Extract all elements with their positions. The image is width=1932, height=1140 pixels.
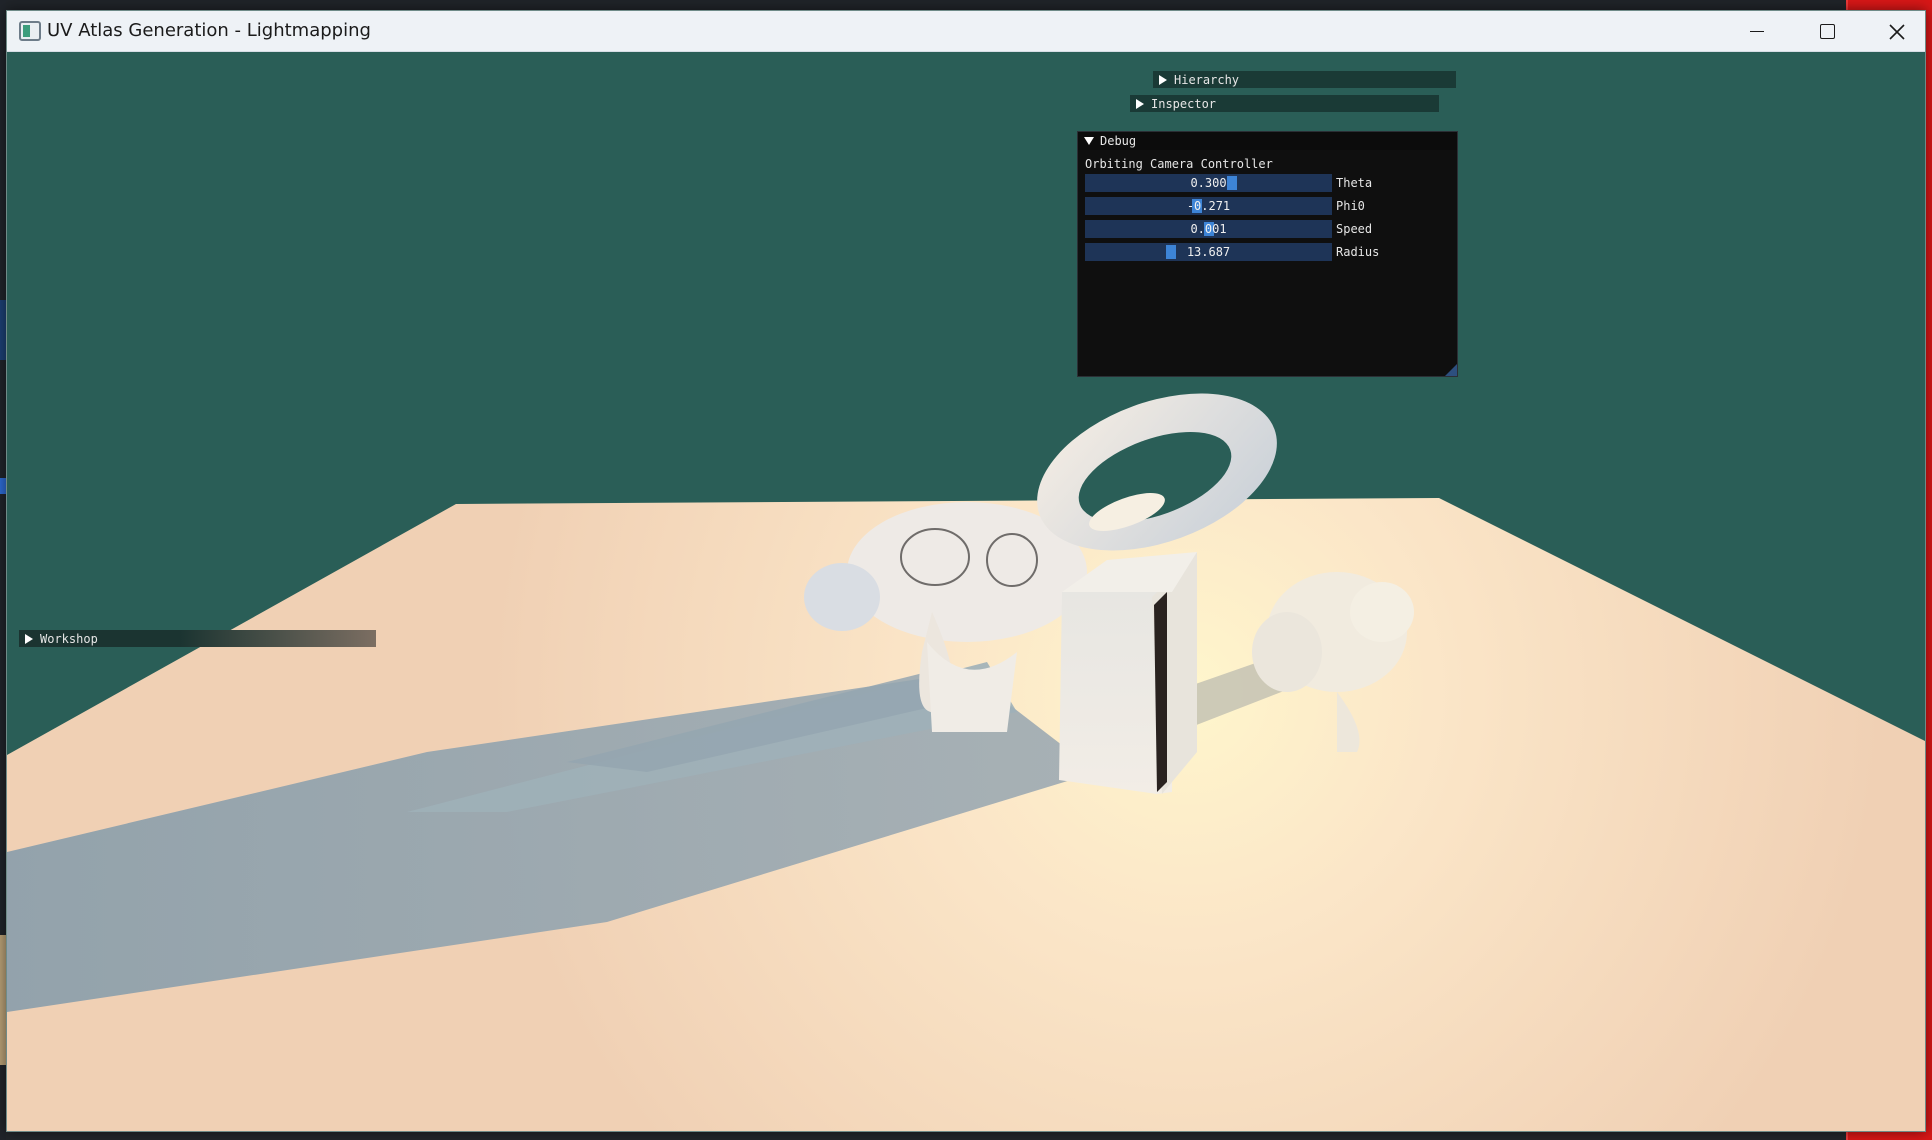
- expand-arrow-icon: [1159, 74, 1167, 85]
- speed-slider-row: 0.001 Speed: [1085, 220, 1455, 239]
- debug-panel-header[interactable]: Debug: [1078, 132, 1457, 150]
- phi0-slider[interactable]: -0.271: [1085, 197, 1332, 215]
- speed-slider[interactable]: 0.001: [1085, 220, 1332, 238]
- radius-value: 13.687: [1186, 245, 1231, 259]
- inspector-panel[interactable]: Inspector: [1130, 95, 1439, 112]
- inspector-panel-title: Inspector: [1151, 96, 1217, 111]
- app-icon: [19, 21, 41, 41]
- window-title: UV Atlas Generation - Lightmapping: [47, 20, 371, 41]
- maximize-button[interactable]: [1792, 11, 1862, 52]
- expand-arrow-icon: [1136, 98, 1144, 109]
- maximize-icon: [1819, 24, 1835, 39]
- workshop-panel-title: Workshop: [40, 631, 98, 646]
- workshop-panel[interactable]: Workshop: [19, 630, 376, 647]
- lightmapped-scene: [7, 393, 1925, 1131]
- theta-label: Theta: [1336, 176, 1373, 190]
- radius-slider[interactable]: 13.687: [1085, 243, 1332, 261]
- desktop-top-strip: [0, 0, 1932, 10]
- section-label: Orbiting Camera Controller: [1085, 157, 1273, 171]
- theta-value: 0.300: [1190, 176, 1227, 190]
- app-window: UV Atlas Generation - Lightmapping Hiera…: [6, 10, 1926, 1132]
- speed-label: Speed: [1336, 222, 1373, 236]
- minimize-button[interactable]: [1722, 11, 1792, 52]
- resize-grip[interactable]: [1445, 364, 1457, 376]
- hierarchy-panel-title: Hierarchy: [1174, 72, 1240, 87]
- theta-slider-row: 0.300 Theta: [1085, 174, 1455, 193]
- render-viewport[interactable]: Hierarchy Inspector Debug Orbiting Camer…: [7, 52, 1925, 1131]
- cube: [1059, 552, 1197, 794]
- expand-arrow-icon: [25, 633, 33, 644]
- title-bar[interactable]: UV Atlas Generation - Lightmapping: [7, 11, 1925, 52]
- close-icon: [1889, 23, 1905, 40]
- phi0-slider-row: -0.271 Phi0: [1085, 197, 1455, 216]
- speed-value: 0.001: [1190, 222, 1227, 236]
- debug-panel-title: Debug: [1100, 134, 1137, 148]
- radius-slider-row: 13.687 Radius: [1085, 243, 1455, 262]
- minimize-icon: [1750, 30, 1764, 33]
- close-button[interactable]: [1862, 11, 1925, 52]
- phi0-value: -0.271: [1186, 199, 1231, 213]
- collapse-arrow-icon: [1084, 137, 1094, 145]
- radius-label: Radius: [1336, 245, 1380, 259]
- hierarchy-panel[interactable]: Hierarchy: [1153, 71, 1456, 88]
- theta-slider[interactable]: 0.300: [1085, 174, 1332, 192]
- phi0-label: Phi0: [1336, 199, 1365, 213]
- debug-panel: Debug Orbiting Camera Controller 0.300 T…: [1077, 131, 1458, 377]
